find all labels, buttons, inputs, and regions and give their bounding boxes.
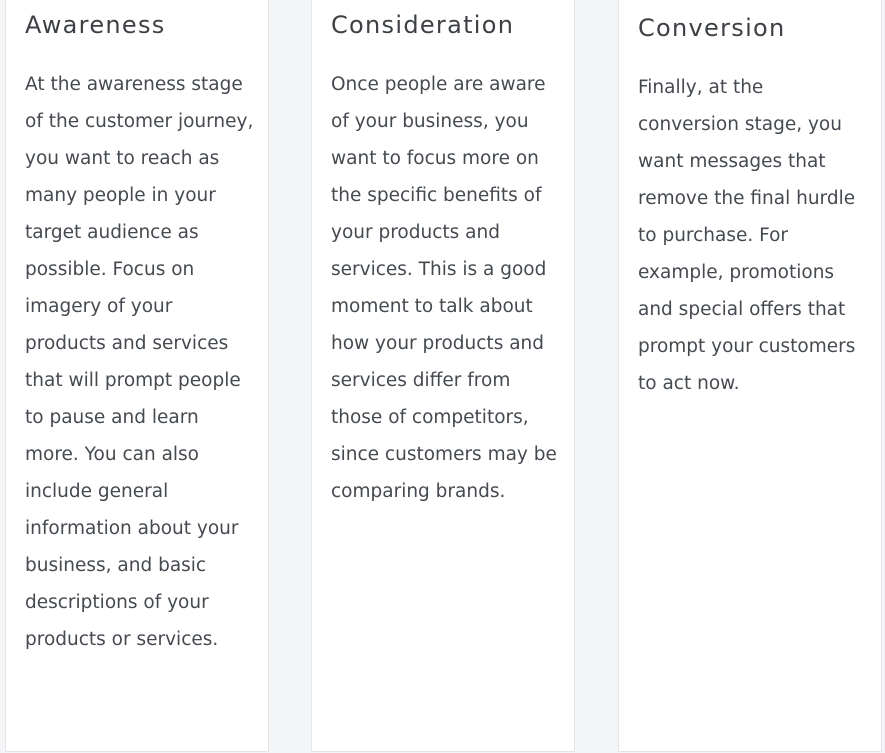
card-title: Consideration [331,11,515,39]
awareness-card: Awareness At the awareness stage of the … [5,0,269,752]
consideration-card: Consideration Once people are aware of y… [311,0,575,752]
conversion-card: Conversion Finally, at the conversion st… [618,0,882,752]
card-description: Finally, at the conversion stage, you wa… [638,77,856,394]
card-title: Awareness [25,11,166,39]
card-description: At the awareness stage of the customer j… [25,74,254,650]
card-description: Once people are aware of your business, … [331,74,557,502]
card-title: Conversion [638,14,786,42]
